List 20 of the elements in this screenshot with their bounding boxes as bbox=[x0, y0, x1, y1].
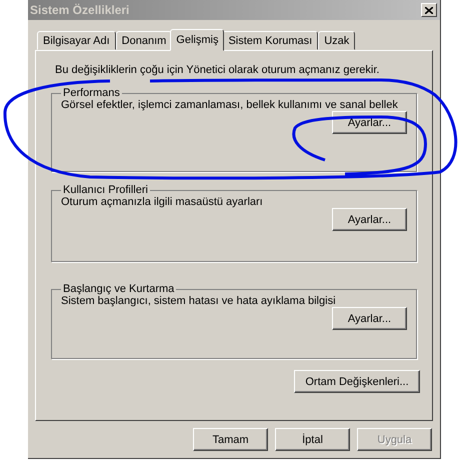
close-button[interactable] bbox=[421, 3, 437, 17]
tab[interactable]: Bilgisayar Adı bbox=[37, 31, 116, 50]
group-description: Sistem başlangıcı, sistem hatası ve hata ayıklama bilgisi bbox=[61, 295, 337, 307]
group-title: Performans bbox=[62, 87, 121, 99]
tab[interactable]: Sistem Koruması bbox=[222, 31, 318, 50]
dialog-button[interactable]: İptal bbox=[275, 428, 350, 451]
notice-text: Bu değişikliklerin çoğu için Yönetici olarak oturum açmanız gerekir. bbox=[55, 64, 380, 78]
dialog-button[interactable]: Tamam bbox=[193, 428, 268, 451]
window-title: Sistem Özellikleri bbox=[30, 3, 130, 17]
environment-variables-button[interactable]: Ortam Değişkenleri... bbox=[294, 370, 420, 393]
group-description: Görsel efektler, işlemci zamanlaması, bellek kullanımı ve sanal bellek bbox=[61, 99, 399, 111]
settings-button[interactable]: Ayarlar... bbox=[332, 208, 407, 231]
group-description: Oturum açmanızla ilgili masaüstü ayarları bbox=[61, 196, 264, 208]
settings-button[interactable]: Ayarlar... bbox=[332, 307, 407, 330]
tab[interactable]: Donanım bbox=[116, 31, 172, 50]
group-title: Başlangıç ve Kurtarma bbox=[62, 283, 176, 295]
tab[interactable]: Uzak bbox=[318, 31, 356, 50]
close-icon bbox=[425, 6, 433, 14]
tab[interactable]: Gelişmiş bbox=[170, 29, 224, 51]
group-title: Kullanıcı Profilleri bbox=[62, 184, 149, 196]
